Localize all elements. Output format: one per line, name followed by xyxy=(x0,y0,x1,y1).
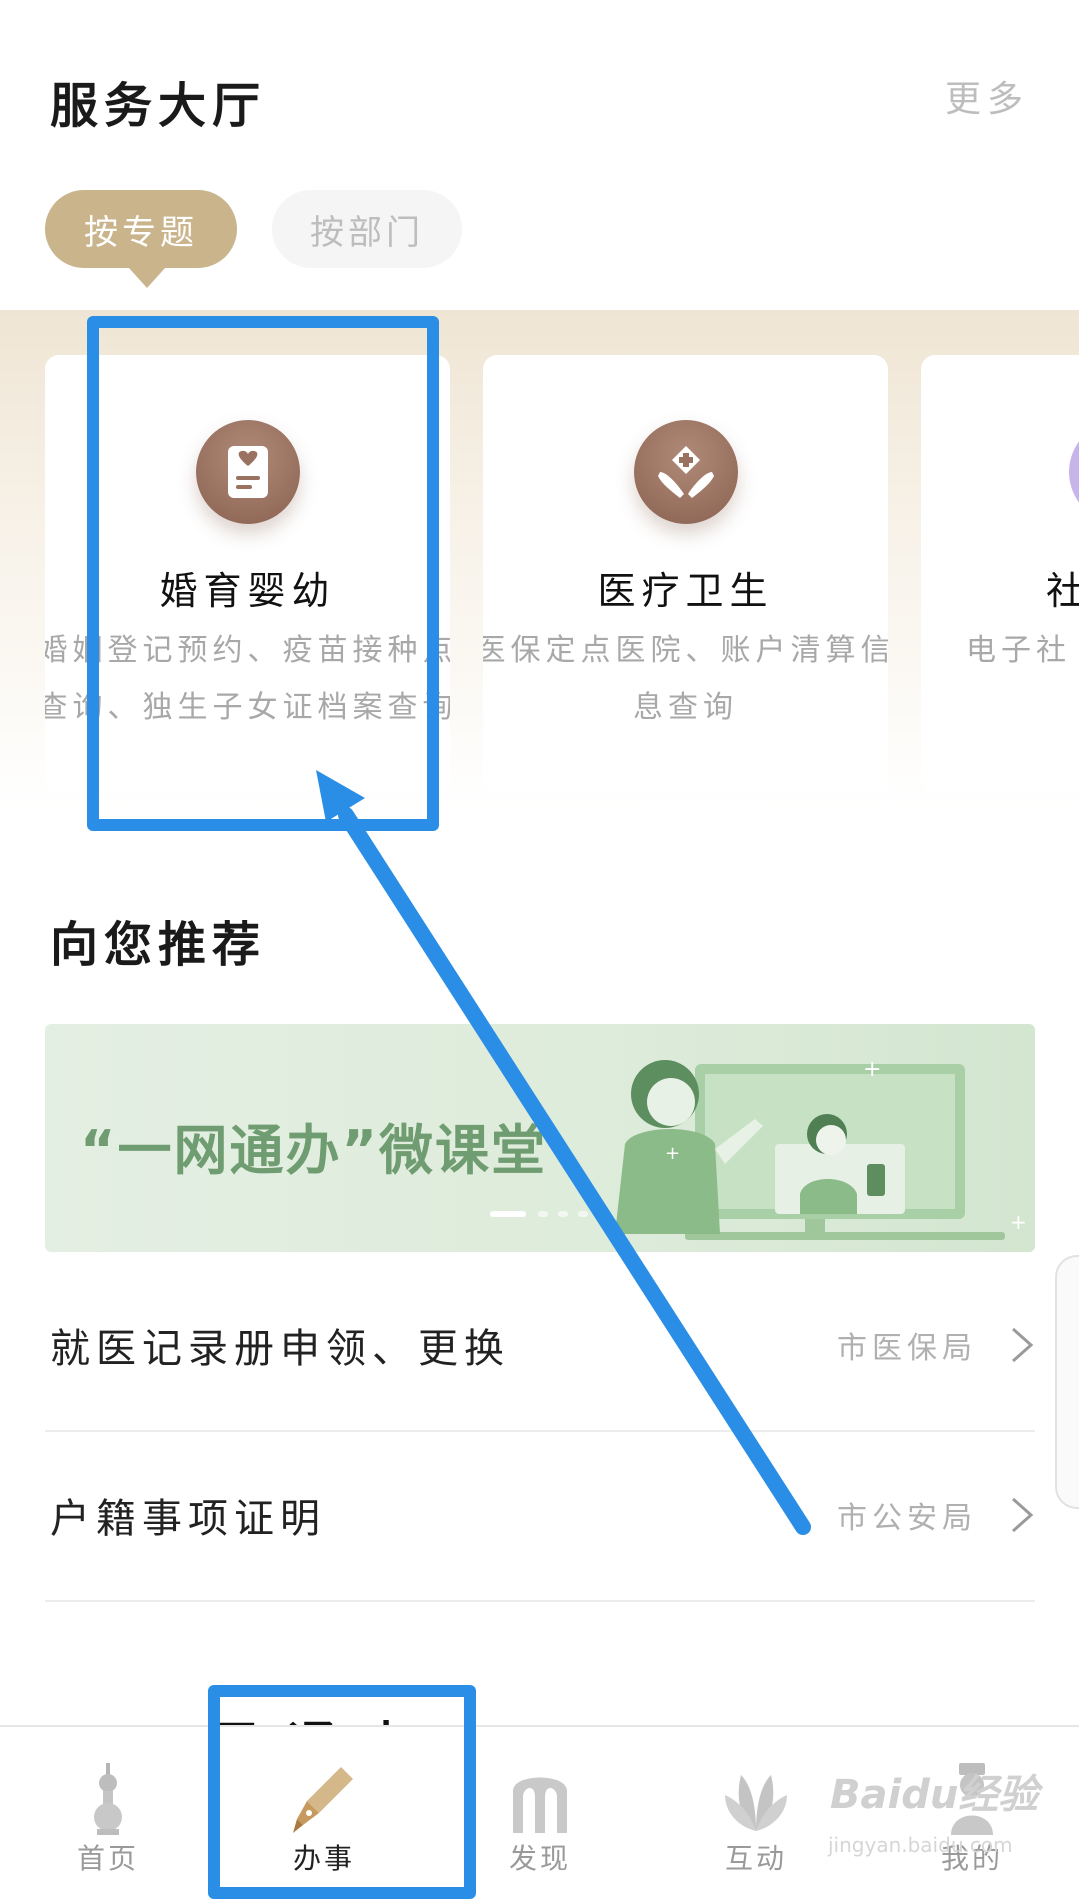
annotation-arrow xyxy=(316,770,811,1535)
